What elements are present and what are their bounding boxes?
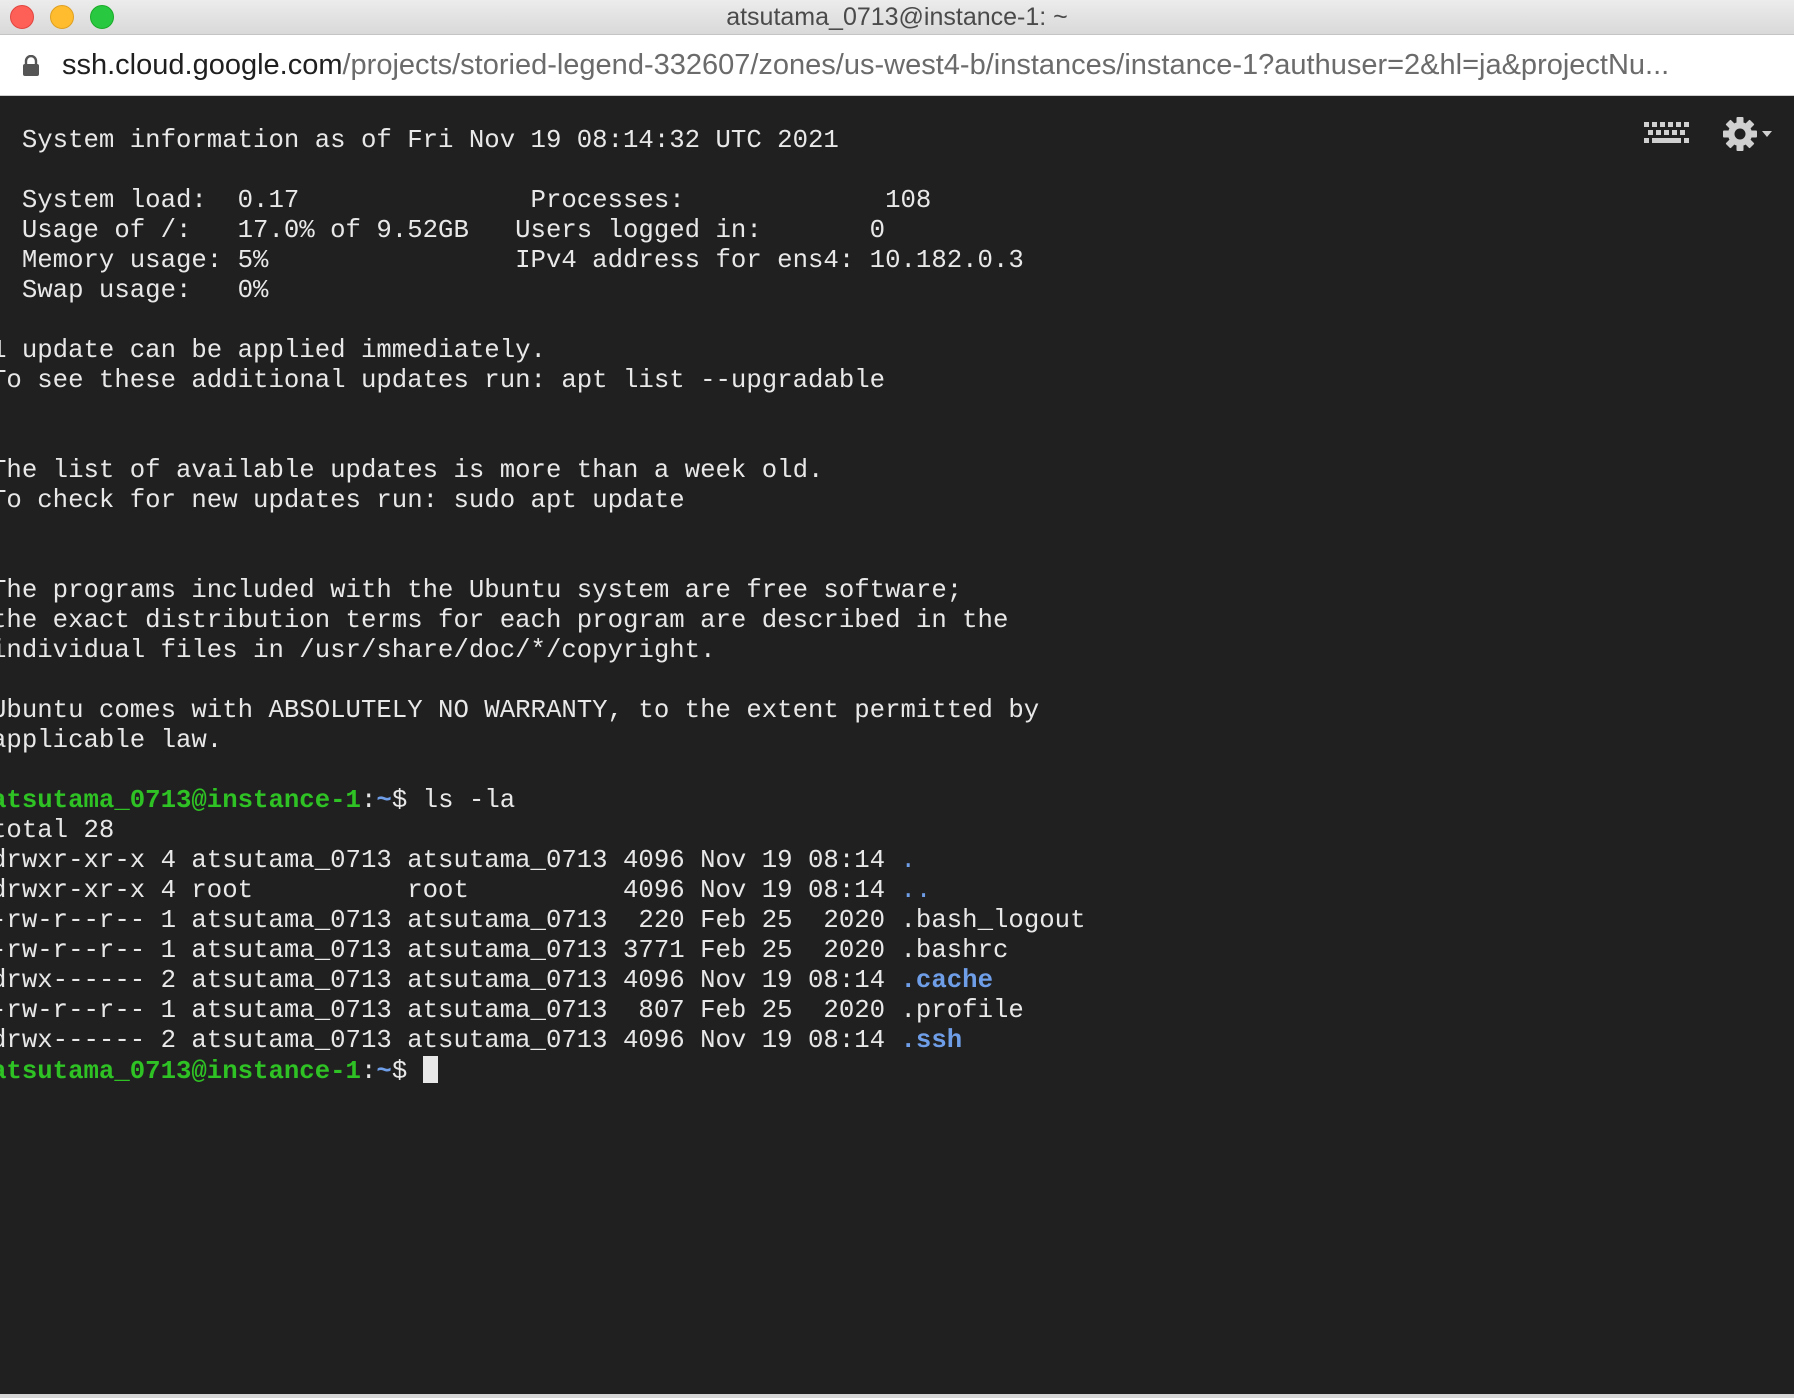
listing-name: .. bbox=[900, 876, 932, 905]
terminal-output: System information as of Fri Nov 19 08:1… bbox=[0, 126, 1085, 1086]
keyboard-icon[interactable] bbox=[1636, 114, 1692, 154]
listing-name: .cache bbox=[900, 966, 994, 995]
prompt-path: ~ bbox=[376, 786, 392, 815]
listing-name: . bbox=[900, 846, 916, 875]
listing-meta: drwxr-xr-x 4 root root 4096 Nov 19 08:14 bbox=[0, 876, 901, 905]
listing-row: drwx------ 2 atsutama_0713 atsutama_0713… bbox=[0, 966, 1085, 996]
output-line: System information as of Fri Nov 19 08:1… bbox=[0, 126, 839, 155]
prompt-user-host: atsutama_0713@instance-1 bbox=[0, 1057, 361, 1086]
command-text: ls -la bbox=[422, 786, 516, 815]
listing-row: -rw-r--r-- 1 atsutama_0713 atsutama_0713… bbox=[0, 906, 1085, 936]
output-line: The list of available updates is more th… bbox=[0, 456, 824, 485]
output-line: Ubuntu comes with ABSOLUTELY NO WARRANTY… bbox=[0, 696, 1040, 725]
chevron-down-icon bbox=[1762, 131, 1772, 137]
output-line: To check for new updates run: sudo apt u… bbox=[0, 486, 685, 515]
listing-name: .bash_logout bbox=[900, 906, 1086, 935]
output-line: The programs included with the Ubuntu sy… bbox=[0, 576, 963, 605]
listing-row: drwx------ 2 atsutama_0713 atsutama_0713… bbox=[0, 1026, 1085, 1056]
lock-icon bbox=[23, 55, 39, 76]
output-line: Memory usage: 5% IPv4 address for ens4: … bbox=[0, 246, 1024, 275]
text-cursor bbox=[422, 1056, 438, 1083]
output-line: applicable law. bbox=[0, 726, 223, 755]
output-line: 1 update can be applied immediately. bbox=[0, 336, 546, 365]
listing-name: .bashrc bbox=[900, 936, 1009, 965]
title-bar: atsutama_0713@instance-1: ~ bbox=[0, 0, 1794, 35]
prompt-path: ~ bbox=[376, 1057, 392, 1086]
output-line: individual files in /usr/share/doc/*/cop… bbox=[0, 636, 716, 665]
listing-meta: drwx------ 2 atsutama_0713 atsutama_0713… bbox=[0, 1026, 901, 1055]
listing-meta: -rw-r--r-- 1 atsutama_0713 atsutama_0713… bbox=[0, 996, 901, 1025]
listing-meta: drwx------ 2 atsutama_0713 atsutama_0713… bbox=[0, 966, 901, 995]
prompt-symbol: $ bbox=[391, 786, 423, 815]
terminal[interactable]: System information as of Fri Nov 19 08:1… bbox=[0, 96, 1794, 1398]
command-line: atsutama_0713@instance-1:~$ ls -la bbox=[0, 786, 1085, 816]
listing-row: -rw-r--r-- 1 atsutama_0713 atsutama_0713… bbox=[0, 936, 1085, 966]
motd-block: System information as of Fri Nov 19 08:1… bbox=[0, 126, 1085, 786]
prompt-separator: : bbox=[360, 786, 377, 815]
listing-meta: -rw-r--r-- 1 atsutama_0713 atsutama_0713… bbox=[0, 906, 901, 935]
prompt-user-host: atsutama_0713@instance-1 bbox=[0, 786, 361, 815]
browser-window: atsutama_0713@instance-1: ~ ssh.cloud.go… bbox=[0, 0, 1794, 1398]
listing-meta: drwxr-xr-x 4 atsutama_0713 atsutama_0713… bbox=[0, 846, 901, 875]
directory-listing: drwxr-xr-x 4 atsutama_0713 atsutama_0713… bbox=[0, 846, 1085, 1056]
listing-row: -rw-r--r-- 1 atsutama_0713 atsutama_0713… bbox=[0, 996, 1085, 1026]
output-line: total 28 bbox=[0, 816, 115, 845]
listing-name: .profile bbox=[900, 996, 1024, 1025]
listing-row: drwxr-xr-x 4 root root 4096 Nov 19 08:14… bbox=[0, 876, 1085, 906]
listing-name: .ssh bbox=[900, 1026, 963, 1055]
url-text[interactable]: ssh.cloud.google.com/projects/storied-le… bbox=[62, 35, 1762, 95]
prompt-symbol: $ bbox=[391, 1057, 423, 1086]
address-bar[interactable]: ssh.cloud.google.com/projects/storied-le… bbox=[0, 35, 1794, 96]
output-line: Swap usage: 0% bbox=[0, 276, 269, 305]
gear-icon[interactable] bbox=[1720, 114, 1776, 154]
url-path: /projects/storied-legend-332607/zones/us… bbox=[342, 49, 1670, 81]
listing-meta: -rw-r--r-- 1 atsutama_0713 atsutama_0713… bbox=[0, 936, 901, 965]
output-line: Usage of /: 17.0% of 9.52GB Users logged… bbox=[0, 216, 886, 245]
output-line: the exact distribution terms for each pr… bbox=[0, 606, 1009, 635]
window-title: atsutama_0713@instance-1: ~ bbox=[726, 3, 1068, 31]
output-line: System load: 0.17 Processes: 108 bbox=[0, 186, 932, 215]
listing-row: drwxr-xr-x 4 atsutama_0713 atsutama_0713… bbox=[0, 846, 1085, 876]
prompt-separator: : bbox=[360, 1057, 377, 1086]
url-host: ssh.cloud.google.com bbox=[62, 49, 343, 81]
output-line: To see these additional updates run: apt… bbox=[0, 366, 886, 395]
window-bottom-edge bbox=[0, 1394, 1794, 1398]
active-prompt-line[interactable]: atsutama_0713@instance-1:~$ bbox=[0, 1056, 1085, 1086]
